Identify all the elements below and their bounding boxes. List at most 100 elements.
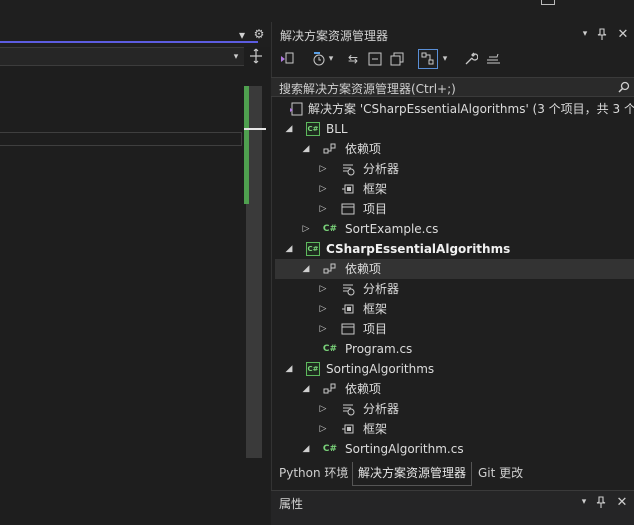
show-all-files-icon[interactable] [388, 50, 406, 68]
collapse-all-icon[interactable] [366, 50, 384, 68]
collapsed-arrow-icon[interactable]: ▷ [317, 419, 329, 439]
chevron-down-icon[interactable]: ▾ [326, 50, 336, 68]
csharp-project-icon: C# [306, 362, 320, 376]
csharp-project-icon: C# [306, 122, 320, 136]
pin-icon[interactable] [596, 26, 608, 42]
tool-window-tabs: Python 环境 解决方案资源管理器 Git 更改 [271, 462, 634, 486]
tree-item-label: 分析器 [363, 162, 400, 176]
navigation-bar[interactable]: ▾ [0, 47, 244, 66]
scrollbar-caret-marker [244, 128, 266, 130]
wrench-properties-icon[interactable] [462, 50, 480, 68]
tree-item-project[interactable]: ◢ C# BLL [275, 119, 634, 139]
tree-item-analyzers[interactable]: ▷ 分析器 [275, 279, 634, 299]
collapsed-arrow-icon[interactable]: ▷ [317, 399, 329, 419]
collapsed-arrow-icon[interactable]: ▷ [317, 279, 329, 299]
analyzer-icon [341, 162, 355, 176]
switch-views-icon[interactable] [278, 50, 296, 68]
dependencies-icon [323, 382, 337, 396]
tree-item-dependencies[interactable]: ◢ 依赖项 [275, 259, 634, 279]
csharp-file-icon: C# [322, 444, 338, 454]
tree-item-dependencies[interactable]: ◢ 依赖项 [275, 139, 634, 159]
tree-item-frameworks[interactable]: ▷ 框架 [275, 419, 634, 439]
tree-item-label: SortExample.cs [345, 222, 439, 236]
dependencies-icon [323, 262, 337, 276]
properties-panel: 属性 ▾ ✕ [271, 490, 634, 525]
framework-icon [341, 182, 355, 196]
tree-item-solution[interactable]: 解决方案 'CSharpEssentialAlgorithms' (3 个项目，… [275, 99, 634, 119]
gear-icon[interactable]: ⚙ [252, 26, 266, 42]
analyzer-icon [341, 402, 355, 416]
chevron-down-icon[interactable]: ▾ [236, 28, 248, 42]
csharp-project-icon: C# [306, 242, 320, 256]
chevron-down-icon[interactable]: ▾ [230, 48, 242, 65]
expanded-arrow-icon[interactable]: ◢ [283, 119, 295, 139]
expanded-arrow-icon[interactable]: ◢ [300, 379, 312, 399]
panel-title: 属性 [279, 497, 304, 511]
tree-item-label: SortingAlgorithms [326, 362, 435, 376]
expanded-arrow-icon[interactable]: ◢ [283, 359, 295, 379]
tree-item-project[interactable]: ◢ C# SortingAlgorithms [275, 359, 634, 379]
solution-label: 解决方案 'CSharpEssentialAlgorithms' (3 个项目，… [308, 102, 634, 116]
tree-item-label: Program.cs [345, 342, 413, 356]
window-control-icon[interactable] [541, 0, 555, 5]
solution-tree: 解决方案 'CSharpEssentialAlgorithms' (3 个项目，… [275, 98, 634, 458]
tree-item-label: 项目 [363, 202, 388, 216]
expanded-arrow-icon[interactable]: ◢ [300, 139, 312, 159]
framework-icon [341, 422, 355, 436]
project-ref-icon [341, 322, 355, 336]
pin-icon[interactable] [595, 494, 607, 510]
tree-item-analyzers[interactable]: ▷ 分析器 [275, 399, 634, 419]
solution-explorer-search-input[interactable]: 搜索解决方案资源管理器(Ctrl+;) [271, 77, 634, 97]
sync-active-document-icon[interactable]: ⇆ [344, 50, 362, 68]
csharp-file-icon: C# [322, 344, 338, 354]
tree-item-project[interactable]: ◢ C# CSharpEssentialAlgorithms [275, 239, 634, 259]
tree-item-projects[interactable]: ▷ 项目 [275, 319, 634, 339]
editor-area[interactable] [0, 0, 270, 524]
tree-item-file[interactable]: ◢ C# SortingAlgorithm.cs [275, 439, 634, 458]
tree-item-analyzers[interactable]: ▷ 分析器 [275, 159, 634, 179]
collapsed-arrow-icon[interactable]: ▷ [317, 179, 329, 199]
tree-item-label: 分析器 [363, 402, 400, 416]
collapsed-arrow-icon[interactable]: ▷ [317, 299, 329, 319]
chevron-down-icon[interactable]: ▾ [579, 27, 591, 41]
split-editor-icon[interactable] [248, 48, 264, 64]
framework-icon [341, 302, 355, 316]
tree-item-label: SortingAlgorithm.cs [345, 442, 464, 456]
search-icon[interactable] [617, 79, 631, 95]
tree-item-file[interactable]: ▷ C# SortExample.cs [275, 219, 634, 239]
project-ref-icon [341, 202, 355, 216]
chevron-down-icon[interactable]: ▾ [440, 50, 450, 68]
tree-item-label: 依赖项 [345, 382, 382, 396]
tree-item-file[interactable]: C# Program.cs [275, 339, 634, 359]
tree-item-label: 依赖项 [345, 142, 382, 156]
tree-item-label: 框架 [363, 302, 388, 316]
collapsed-arrow-icon[interactable]: ▷ [317, 319, 329, 339]
tab-git-changes[interactable]: Git 更改 [473, 462, 528, 486]
editor-tab-strip: ▾ ⚙ [0, 0, 270, 47]
expanded-arrow-icon[interactable]: ◢ [300, 259, 312, 279]
solution-icon [289, 102, 303, 116]
tree-item-frameworks[interactable]: ▷ 框架 [275, 299, 634, 319]
collapsed-arrow-icon[interactable]: ▷ [317, 159, 329, 179]
collapsed-arrow-icon[interactable]: ▷ [300, 219, 312, 239]
tree-item-frameworks[interactable]: ▷ 框架 [275, 179, 634, 199]
panel-title: 解决方案资源管理器 [280, 29, 389, 43]
collapsed-arrow-icon[interactable]: ▷ [317, 199, 329, 219]
tree-item-label: 框架 [363, 422, 388, 436]
class-view-toggle-icon[interactable] [418, 49, 438, 69]
tab-solution-explorer[interactable]: 解决方案资源管理器 [352, 462, 473, 486]
expanded-arrow-icon[interactable]: ◢ [300, 439, 312, 458]
tree-item-label: 项目 [363, 322, 388, 336]
tab-accent-line [0, 41, 258, 43]
tree-item-label: BLL [326, 122, 348, 136]
scrollbar-change-marker [244, 86, 249, 204]
tree-item-projects[interactable]: ▷ 项目 [275, 199, 634, 219]
tree-item-dependencies[interactable]: ◢ 依赖项 [275, 379, 634, 399]
close-icon[interactable]: ✕ [617, 26, 629, 42]
preview-selected-items-icon[interactable] [484, 50, 502, 68]
expanded-arrow-icon[interactable]: ◢ [283, 239, 295, 259]
tree-item-label: CSharpEssentialAlgorithms [326, 242, 511, 256]
tab-python-environments[interactable]: Python 环境 [274, 462, 353, 486]
close-icon[interactable]: ✕ [616, 494, 628, 510]
chevron-down-icon[interactable]: ▾ [578, 495, 590, 509]
